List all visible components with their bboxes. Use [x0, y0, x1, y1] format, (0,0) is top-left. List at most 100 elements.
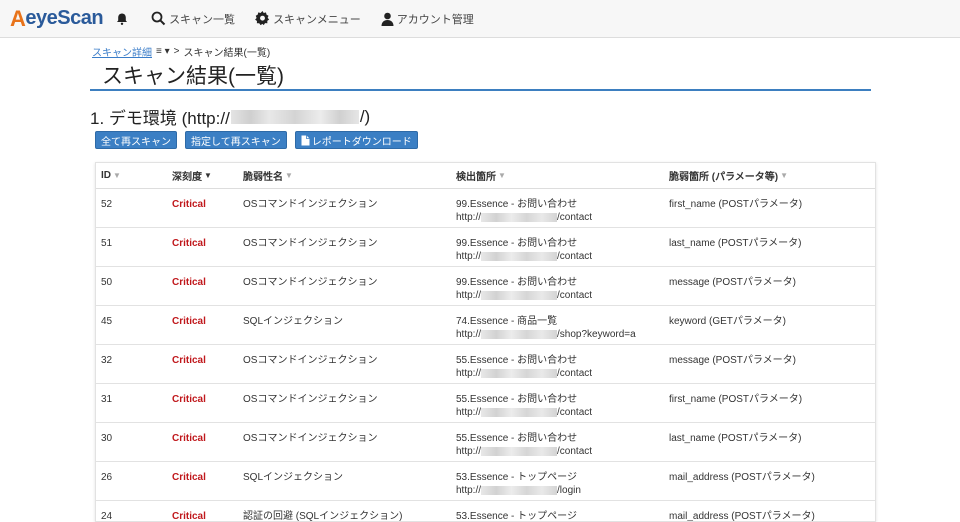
breadcrumb: スキャン詳細 ≡ ▾ > スキャン結果(一覧) — [92, 44, 270, 59]
location-label: 99.Essence - お問い合わせ — [456, 199, 578, 210]
nav-scan-list[interactable]: スキャン一覧 — [151, 11, 235, 27]
report-download-button[interactable]: レポートダウンロード — [294, 131, 418, 149]
cell-vuln-name[interactable]: OSコマンドインジェクション — [238, 345, 451, 383]
cell-param: first_name (POSTパラメータ) — [669, 394, 803, 405]
cell-vuln-name[interactable]: SQLインジェクション — [238, 306, 451, 344]
redacted-host — [481, 446, 558, 456]
cell-vuln-name[interactable]: SQLインジェクション — [238, 462, 451, 500]
cell-location: 99.Essence - お問い合わせ http:///contact — [451, 267, 664, 305]
cell-vuln-name[interactable]: OSコマンドインジェクション — [238, 423, 451, 461]
cell-vuln-name[interactable]: OSコマンドインジェクション — [238, 384, 451, 422]
bell-icon[interactable] — [115, 12, 129, 26]
table-row[interactable]: 24 Critical 認証の回避 (SQLインジェクション) 53.Essence … — [96, 501, 875, 522]
cell-severity: Critical — [172, 199, 206, 210]
nav-scan-list-label: スキャン一覧 — [169, 13, 236, 26]
cell-param: mail_address (POSTパラメータ) — [669, 511, 815, 522]
breadcrumb-scan-detail-link[interactable]: スキャン詳細 — [92, 44, 152, 59]
header-severity[interactable]: 深刻度 ▼ — [167, 168, 238, 183]
redacted-host — [481, 212, 558, 222]
cell-param: mail_address (POSTパラメータ) — [669, 472, 815, 483]
cell-param: keyword (GETパラメータ) — [669, 316, 786, 327]
location-label: 55.Essence - お問い合わせ — [456, 394, 578, 405]
cell-location: 99.Essence - お問い合わせ http:///contact — [451, 228, 664, 266]
cell-severity: Critical — [172, 316, 206, 327]
cell-severity: Critical — [172, 277, 206, 288]
cell-vuln-name[interactable]: OSコマンドインジェクション — [238, 228, 451, 266]
location-url: http:///contact — [456, 251, 593, 262]
gear-icon — [255, 11, 270, 26]
redacted-host — [481, 368, 558, 378]
redacted-host — [481, 329, 558, 339]
user-icon — [381, 12, 394, 26]
redacted-host — [230, 109, 359, 124]
cell-location: 99.Essence - お問い合わせ http:///contact — [451, 189, 664, 227]
table-row[interactable]: 31 Critical OSコマンドインジェクション 55.Essence - お問い… — [96, 384, 875, 423]
cell-param: message (POSTパラメータ) — [669, 277, 796, 288]
breadcrumb-menu-icon[interactable]: ≡ ▾ — [156, 46, 170, 57]
nav-scan-menu-label: スキャンメニュー — [273, 13, 361, 26]
logo-text: eyeScan — [25, 7, 104, 29]
table-row[interactable]: 32 Critical OSコマンドインジェクション 55.Essence - お問い… — [96, 345, 875, 384]
table-row[interactable]: 26 Critical SQLインジェクション 53.Essence - トップページ… — [96, 462, 875, 501]
location-label: 55.Essence - お問い合わせ — [456, 355, 578, 366]
nav-account[interactable]: アカウント管理 — [381, 11, 474, 27]
header-param[interactable]: 脆弱箇所 (パラメータ等) ▼ — [664, 168, 874, 183]
document-icon — [301, 135, 310, 145]
cell-vuln-name[interactable]: 認証の回避 (SQLインジェクション) — [238, 501, 451, 521]
cell-location: 53.Essence - トップページhttp:///login — [451, 501, 664, 521]
main-nav: スキャン一覧 スキャンメニュー アカウント管理 — [151, 11, 494, 27]
page-title: スキャン結果(一覧) — [102, 65, 284, 88]
redacted-host — [481, 485, 558, 495]
location-url: http:///login — [456, 485, 581, 496]
cell-location: 53.Essence - トップページ http:///login — [451, 462, 664, 500]
location-url: http:///contact — [456, 368, 593, 379]
cell-severity: Critical — [172, 472, 206, 483]
cell-id: 51 — [101, 238, 113, 249]
location-label: 74.Essence - 商品一覧 — [456, 316, 558, 327]
action-buttons: 全て再スキャン 指定して再スキャン レポートダウンロード — [95, 131, 426, 149]
table-row[interactable]: 45 Critical SQLインジェクション 74.Essence - 商品一覧 ht… — [96, 306, 875, 345]
location-url: http:///shop?keyword=a — [456, 329, 636, 340]
cell-location: 55.Essence - お問い合わせ http:///contact — [451, 423, 664, 461]
location-label: 55.Essence - お問い合わせ — [456, 433, 578, 444]
redacted-host — [481, 290, 558, 300]
cell-vuln-name[interactable]: OSコマンドインジェクション — [238, 267, 451, 305]
cell-severity: Critical — [172, 238, 206, 249]
search-icon — [151, 11, 166, 26]
header-location[interactable]: 検出箇所 ▼ — [451, 168, 664, 183]
cell-severity: Critical — [172, 433, 206, 444]
header-vuln-name[interactable]: 脆弱性名 ▼ — [238, 168, 451, 183]
location-url: http:///contact — [456, 290, 593, 301]
redacted-host — [481, 251, 558, 261]
table-row[interactable]: 30 Critical OSコマンドインジェクション 55.Essence - お問い… — [96, 423, 875, 462]
environment-suffix: /) — [359, 106, 371, 126]
location-url: http:///contact — [456, 446, 593, 457]
cell-id: 24 — [101, 511, 113, 522]
title-divider — [90, 89, 871, 91]
nav-scan-menu[interactable]: スキャンメニュー — [255, 11, 361, 27]
sort-icon: ▼ — [780, 171, 789, 180]
breadcrumb-current: スキャン結果(一覧) — [183, 48, 271, 59]
cell-vuln-name[interactable]: OSコマンドインジェクション — [238, 189, 451, 227]
rescan-all-button[interactable]: 全て再スキャン — [95, 131, 177, 149]
table-row[interactable]: 50 Critical OSコマンドインジェクション 99.Essence - お問い… — [96, 267, 875, 306]
cell-param: last_name (POSTパラメータ) — [669, 238, 802, 249]
table-row[interactable]: 51 Critical OSコマンドインジェクション 99.Essence - お問い… — [96, 228, 875, 267]
cell-param: last_name (POSTパラメータ) — [669, 433, 802, 444]
aeyescan-logo[interactable]: AeyeScan — [10, 5, 104, 32]
cell-id: 32 — [101, 355, 113, 366]
header-id[interactable]: ID ▼ — [96, 170, 167, 181]
location-label: 53.Essence - トップページ — [456, 472, 577, 483]
location-label: 99.Essence - お問い合わせ — [456, 238, 578, 249]
location-label: 99.Essence - お問い合わせ — [456, 277, 578, 288]
results-table: ID ▼ 深刻度 ▼ 脆弱性名 ▼ 検出箇所 ▼ 脆弱箇所 (パラメータ等) ▼ 52 Cr… — [95, 162, 876, 522]
cell-severity: Critical — [172, 511, 206, 522]
cell-id: 26 — [101, 472, 113, 483]
table-header: ID ▼ 深刻度 ▼ 脆弱性名 ▼ 検出箇所 ▼ 脆弱箇所 (パラメータ等) ▼ — [96, 163, 875, 189]
logo-letter-a: A — [10, 5, 26, 31]
table-row[interactable]: 52 Critical OSコマンドインジェクション 99.Essence - お問い… — [96, 189, 875, 228]
sort-icon: ▼ — [204, 171, 212, 180]
sort-icon: ▼ — [498, 171, 506, 180]
sort-icon: ▼ — [113, 171, 121, 180]
rescan-selected-button[interactable]: 指定して再スキャン — [185, 131, 287, 149]
